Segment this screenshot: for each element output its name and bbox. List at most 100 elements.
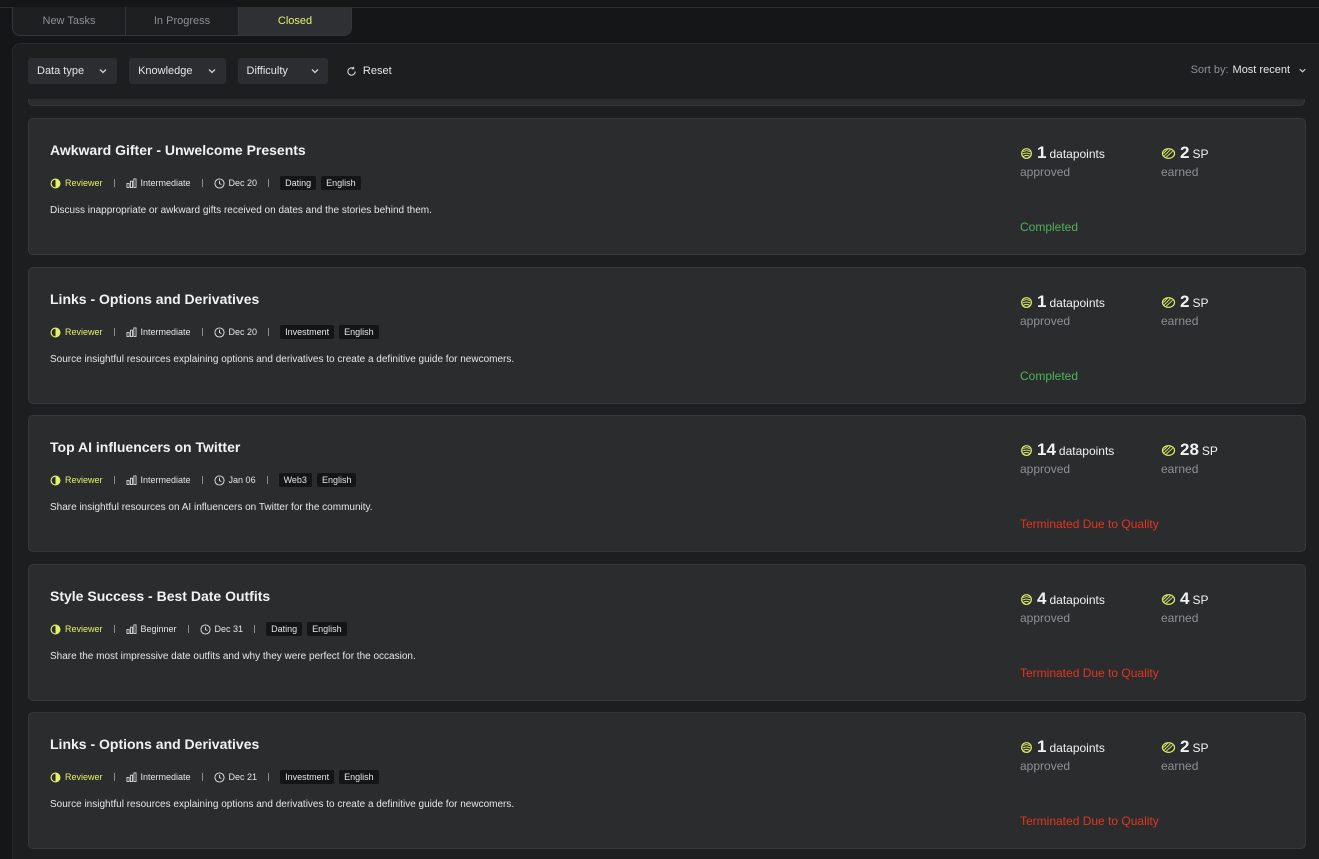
difficulty-level: Intermediate [126, 475, 191, 485]
reset-button[interactable]: Reset [346, 65, 392, 77]
task-title: Links - Options and Derivatives [50, 291, 260, 307]
datapoints-count: 1 [1037, 143, 1047, 162]
sp-unit: SP [1192, 593, 1209, 607]
task-card[interactable]: Links - Options and Derivatives Reviewer… [28, 267, 1306, 404]
reset-label: Reset [362, 65, 392, 77]
difficulty-label: Intermediate [140, 327, 191, 337]
sp-unit: SP [1192, 296, 1209, 310]
reviewer-icon [50, 772, 61, 782]
date-label: Dec 31 [214, 624, 244, 634]
bar-chart-icon [126, 178, 136, 188]
tab-new-tasks[interactable]: New Tasks [13, 7, 126, 35]
datapoint-icon [1021, 147, 1032, 159]
task-meta: Reviewer Intermediate Jan 06 Web3 Englis… [50, 472, 361, 488]
difficulty-label: Intermediate [140, 178, 191, 188]
sp-stat: 2 SP earned [1161, 143, 1208, 179]
task-card-partial [28, 99, 1305, 106]
datapoints-unit: datapoints [1049, 147, 1105, 161]
task-description: Discuss inappropriate or awkward gifts r… [50, 205, 432, 216]
meta-divider [201, 328, 203, 336]
sp-coin-icon [1161, 444, 1176, 456]
role-badge: Reviewer [50, 327, 103, 338]
sp-label: earned [1161, 462, 1199, 476]
datapoints-stat: 1 datapoints approved [1020, 292, 1105, 328]
tag-chip: English [339, 325, 379, 339]
task-card[interactable]: Awkward Gifter - Unwelcome Presents Revi… [28, 118, 1306, 255]
tab-closed[interactable]: Closed [239, 7, 351, 35]
task-status: Completed [1020, 369, 1079, 383]
meta-divider [268, 328, 270, 336]
bar-chart-icon [126, 624, 136, 634]
data-type-filter[interactable]: Data type [28, 58, 118, 84]
sort-dropdown[interactable]: Sort by: Most recent [1191, 64, 1307, 76]
sp-count: 2 [1180, 143, 1190, 162]
meta-divider [113, 625, 115, 633]
task-card[interactable]: Style Success - Best Date Outfits Review… [28, 564, 1306, 701]
meta-divider [187, 625, 189, 633]
task-title: Awkward Gifter - Unwelcome Presents [50, 142, 306, 158]
tag-chip: English [307, 622, 347, 636]
task-description: Share insightful resources on AI influen… [50, 502, 373, 513]
data-type-filter-label: Data type [37, 65, 85, 77]
task-status: Completed [1020, 220, 1079, 234]
task-date: Dec 20 [214, 326, 258, 338]
clock-icon [214, 326, 225, 338]
meta-divider [268, 773, 270, 781]
sp-unit: SP [1192, 741, 1209, 755]
meta-divider [268, 179, 270, 187]
meta-divider [266, 476, 268, 484]
task-card[interactable]: Links - Options and Derivatives Reviewer… [28, 712, 1306, 849]
datapoint-icon [1021, 296, 1032, 308]
tag-chip: English [321, 176, 361, 190]
datapoints-unit: datapoints [1058, 444, 1115, 458]
tag-list: Dating English [266, 622, 352, 636]
sp-coin-icon [1161, 296, 1176, 308]
datapoints-label: approved [1020, 165, 1071, 179]
date-label: Dec 20 [228, 178, 258, 188]
sort-label: Sort by: [1190, 64, 1229, 76]
role-badge: Reviewer [50, 772, 103, 783]
datapoints-stat: 1 datapoints approved [1020, 143, 1105, 179]
datapoints-stat: 1 datapoints approved [1020, 737, 1105, 773]
meta-divider [113, 773, 115, 781]
chevron-down-icon [1299, 68, 1306, 73]
task-meta: Reviewer Intermediate Dec 20 Dating Engl… [50, 175, 366, 191]
sp-stat: 4 SP earned [1161, 589, 1208, 625]
task-tabs: New Tasks In Progress Closed [12, 7, 352, 36]
datapoint-icon [1021, 444, 1032, 456]
datapoints-count: 4 [1037, 589, 1047, 608]
knowledge-filter[interactable]: Knowledge [129, 58, 226, 84]
task-date: Dec 20 [214, 177, 258, 189]
role-label: Reviewer [65, 178, 103, 188]
task-meta: Reviewer Beginner Dec 31 Dating English [50, 621, 352, 637]
clock-icon [200, 623, 211, 635]
task-title: Style Success - Best Date Outfits [50, 588, 271, 604]
tab-in-progress[interactable]: In Progress [126, 7, 239, 35]
difficulty-filter[interactable]: Difficulty [237, 58, 328, 84]
role-label: Reviewer [65, 475, 103, 485]
bar-chart-icon [126, 475, 136, 485]
datapoints-label: approved [1020, 759, 1071, 773]
bar-chart-icon [126, 327, 136, 337]
meta-divider [201, 773, 203, 781]
role-badge: Reviewer [50, 178, 103, 189]
app-root: New Tasks In Progress Closed Data type K… [0, 0, 1319, 859]
chevron-down-icon [98, 66, 108, 76]
task-description: Source insightful resources explaining o… [50, 354, 515, 365]
sp-stat: 28 SP earned [1161, 440, 1218, 476]
datapoints-label: approved [1020, 611, 1071, 625]
datapoints-count: 1 [1037, 292, 1047, 311]
difficulty-level: Intermediate [126, 772, 191, 782]
sp-label: earned [1161, 611, 1199, 625]
chevron-down-icon [310, 66, 320, 76]
date-label: Dec 20 [228, 327, 258, 337]
task-card[interactable]: Top AI influencers on Twitter Reviewer I… [28, 415, 1306, 552]
reviewer-icon [50, 327, 61, 337]
sp-stat: 2 SP earned [1161, 737, 1208, 773]
difficulty-level: Beginner [126, 624, 177, 634]
reviewer-icon [50, 475, 61, 485]
tag-list: Investment English [280, 325, 384, 339]
task-date: Jan 06 [214, 474, 256, 486]
role-badge: Reviewer [50, 624, 103, 635]
datapoints-count: 1 [1037, 737, 1047, 756]
